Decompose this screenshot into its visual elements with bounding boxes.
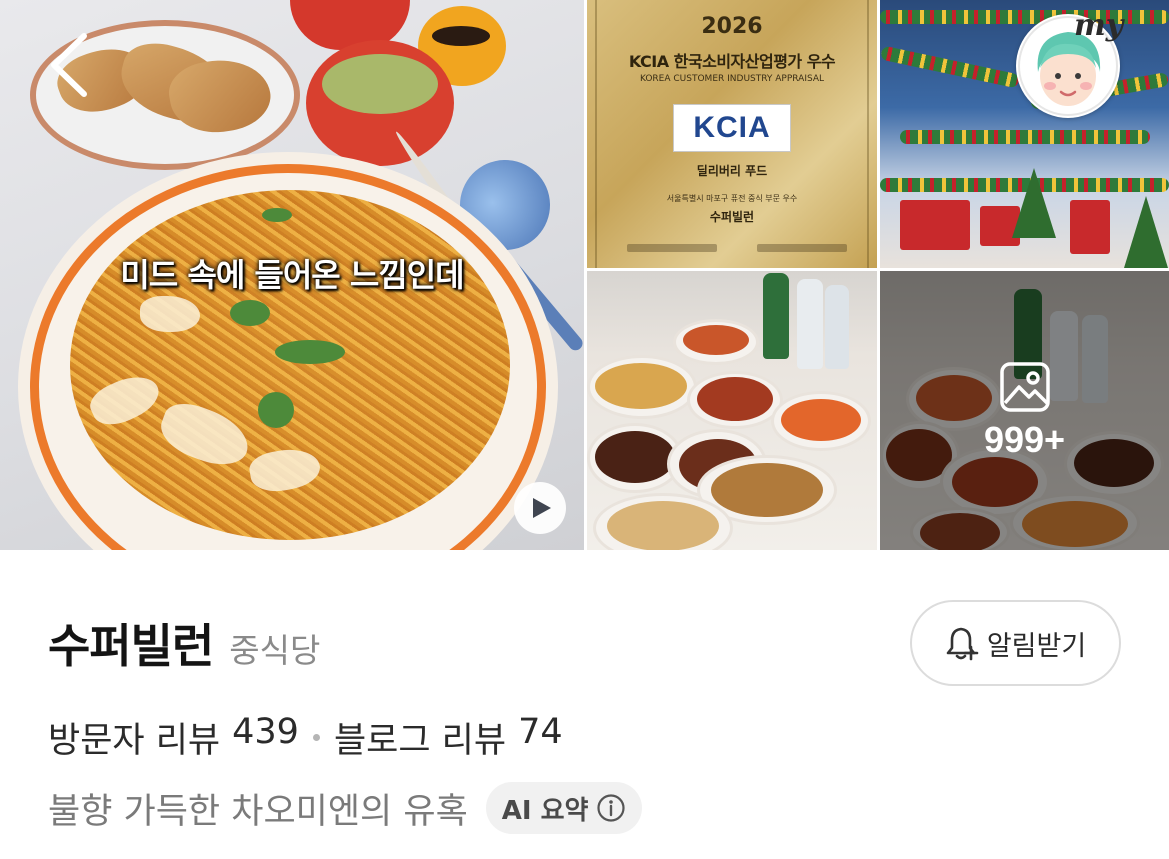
photo-count: 999+	[983, 418, 1066, 460]
more-photos-button[interactable]: 999+	[880, 271, 1169, 550]
cabbage	[140, 296, 200, 332]
green-bean	[230, 300, 270, 326]
soy-sauce	[432, 26, 490, 46]
red-booth	[1070, 200, 1110, 254]
notify-label: 알림받기	[986, 630, 1087, 662]
play-button[interactable]	[514, 482, 566, 534]
video-caption: 미드 속에 들어온 느낌인데	[120, 256, 464, 294]
dish-food	[711, 463, 823, 517]
summary-text: 불향 가득한 차오미엔의 유혹	[48, 791, 468, 832]
award-recipient: 수퍼빌런	[709, 210, 755, 224]
notify-button[interactable]: 알림받기	[910, 600, 1121, 686]
dish-food	[697, 377, 773, 421]
dish-food	[595, 363, 687, 409]
award-year: 2026	[701, 14, 763, 39]
award-title: KCIA 한국소비자산업평가 우수	[628, 52, 836, 71]
award-subtitle: KOREA CUSTOMER INDUSTRY APPRAISAL	[639, 74, 825, 84]
dish-food	[781, 399, 861, 441]
review-counts: 방문자 리뷰 439 블로그 리뷰 74	[48, 712, 563, 763]
chevron-left-icon	[51, 33, 87, 97]
place-info-section: 수퍼빌런 중식당 알림받기 방문자 리뷰 439 블로그 리뷰 74 불향 가득…	[0, 550, 1169, 859]
award-category: 딜리버리 푸드	[696, 164, 768, 178]
visitor-reviews-link[interactable]: 방문자 리뷰 439	[48, 712, 299, 763]
award-footer	[627, 244, 847, 256]
title-row: 수퍼빌런 중식당	[48, 610, 320, 676]
place-category: 중식당	[229, 631, 321, 670]
visitor-review-label: 방문자 리뷰	[48, 721, 221, 761]
christmas-tree	[1012, 168, 1056, 238]
ai-summary-label: AI 요약	[501, 795, 589, 826]
award-description: 서울특별시 마포구 퓨전 중식 부문 우수	[666, 194, 798, 203]
christmas-garland	[900, 130, 1150, 144]
bottle	[825, 285, 849, 369]
bottle	[763, 273, 789, 359]
main-video-thumbnail[interactable]: 미드 속에 들어온 느낌인데	[0, 0, 584, 550]
blog-review-count: 74	[518, 712, 563, 752]
dish-food	[595, 431, 675, 483]
back-button[interactable]	[44, 30, 104, 100]
place-name: 수퍼빌런	[48, 619, 214, 673]
award-photo[interactable]: 2026 KCIA 한국소비자산업평가 우수 KOREA CUSTOMER IN…	[587, 0, 877, 268]
blog-review-label: 블로그 리뷰	[333, 721, 507, 761]
summary-row: 불향 가득한 차오미엔의 유혹 AI 요약	[48, 782, 643, 834]
bottle	[797, 279, 823, 369]
christmas-garland	[880, 45, 1020, 89]
my-label: my	[1074, 8, 1124, 43]
blog-reviews-link[interactable]: 블로그 리뷰 74	[334, 712, 563, 763]
play-icon	[533, 498, 551, 518]
bell-plus-icon	[946, 627, 979, 661]
green-bean	[275, 340, 345, 364]
image-icon	[999, 361, 1050, 412]
dish-food	[607, 501, 719, 550]
photo-gallery: 미드 속에 들어온 느낌인데 2026 KCIA 한국소비자산업평가 우수 KO…	[0, 0, 1169, 550]
scallion	[262, 208, 292, 222]
green-bean	[258, 392, 294, 428]
dish-food	[683, 325, 749, 355]
visitor-review-count: 439	[232, 712, 299, 752]
separator-dot	[312, 734, 320, 741]
info-icon	[597, 794, 626, 822]
kcia-logo-text: KCIA	[693, 111, 771, 144]
christmas-tree	[1124, 196, 1168, 268]
kcia-logo: KCIA	[673, 104, 791, 152]
ai-summary-chip[interactable]: AI 요약	[485, 782, 643, 834]
red-booth	[900, 200, 970, 250]
food-spread-photo[interactable]	[587, 271, 877, 550]
pickles	[322, 54, 438, 114]
